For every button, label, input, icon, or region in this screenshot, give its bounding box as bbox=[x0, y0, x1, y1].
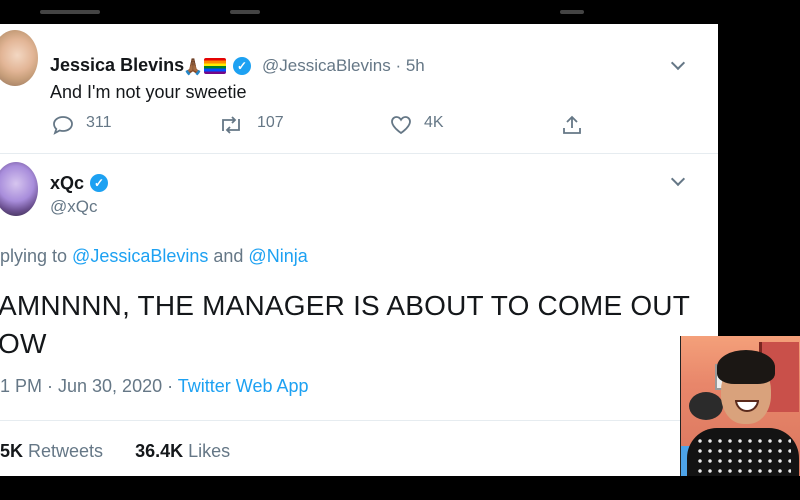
cropped-icon-row bbox=[230, 10, 260, 14]
headphones bbox=[689, 392, 723, 420]
replying-prefix: plying to bbox=[0, 246, 73, 266]
reply-count: 311 bbox=[86, 114, 112, 131]
retweet-count: 5K bbox=[0, 441, 24, 461]
likes-label: Likes bbox=[183, 441, 231, 461]
replying-to: plying to @JessicaBlevins and @Ninja bbox=[0, 246, 308, 267]
top-strip bbox=[0, 0, 718, 24]
engagement-stats: 5K Retweets 36.4K Likes bbox=[0, 441, 230, 462]
display-name[interactable]: xQc bbox=[50, 173, 84, 194]
streamer-hair bbox=[717, 350, 775, 384]
retweets-label: Retweets bbox=[23, 441, 104, 461]
tweet-meta: 1 PM · Jun 30, 2020 · Twitter Web App bbox=[0, 376, 309, 397]
heart-icon[interactable] bbox=[390, 115, 412, 140]
cropped-icon-row bbox=[560, 10, 584, 14]
praying-hands-emoji-icon: 🙏🏾 bbox=[183, 59, 203, 76]
like-count: 36.4K bbox=[135, 441, 184, 461]
shirt-pattern bbox=[695, 436, 791, 476]
cropped-icon-row bbox=[40, 10, 100, 14]
divider bbox=[0, 420, 718, 421]
mention-link[interactable]: @JessicaBlevins bbox=[72, 246, 208, 266]
handle[interactable]: @xQc bbox=[50, 197, 97, 217]
tweet-body: AMNNNN, THE MANAGER IS ABOUT TO COME OUT… bbox=[0, 290, 691, 359]
like-count: 4K bbox=[424, 114, 444, 131]
handle-and-time[interactable]: @JessicaBlevins · 5h bbox=[262, 56, 425, 76]
tweet-text: And I'm not your sweetie bbox=[50, 82, 247, 102]
source-link[interactable]: Twitter Web App bbox=[178, 376, 309, 396]
likes-stat[interactable]: 36.4K Likes bbox=[135, 441, 230, 461]
retweet-icon[interactable] bbox=[218, 115, 244, 140]
verified-badge-icon: ✓ bbox=[233, 57, 251, 75]
share-icon[interactable] bbox=[562, 115, 582, 140]
verified-badge-icon: ✓ bbox=[90, 174, 108, 192]
display-name[interactable]: Jessica Blevins bbox=[50, 55, 184, 76]
mention-link[interactable]: @Ninja bbox=[248, 246, 307, 266]
rainbow-flag-icon bbox=[204, 58, 226, 74]
retweets-stat[interactable]: 5K Retweets bbox=[0, 441, 103, 461]
and-text: and bbox=[208, 246, 249, 266]
reply-icon[interactable] bbox=[52, 115, 74, 140]
retweet-count: 107 bbox=[257, 114, 284, 131]
webcam-overlay bbox=[680, 336, 800, 476]
timestamp[interactable]: 1 PM · Jun 30, 2020 · bbox=[0, 376, 178, 396]
